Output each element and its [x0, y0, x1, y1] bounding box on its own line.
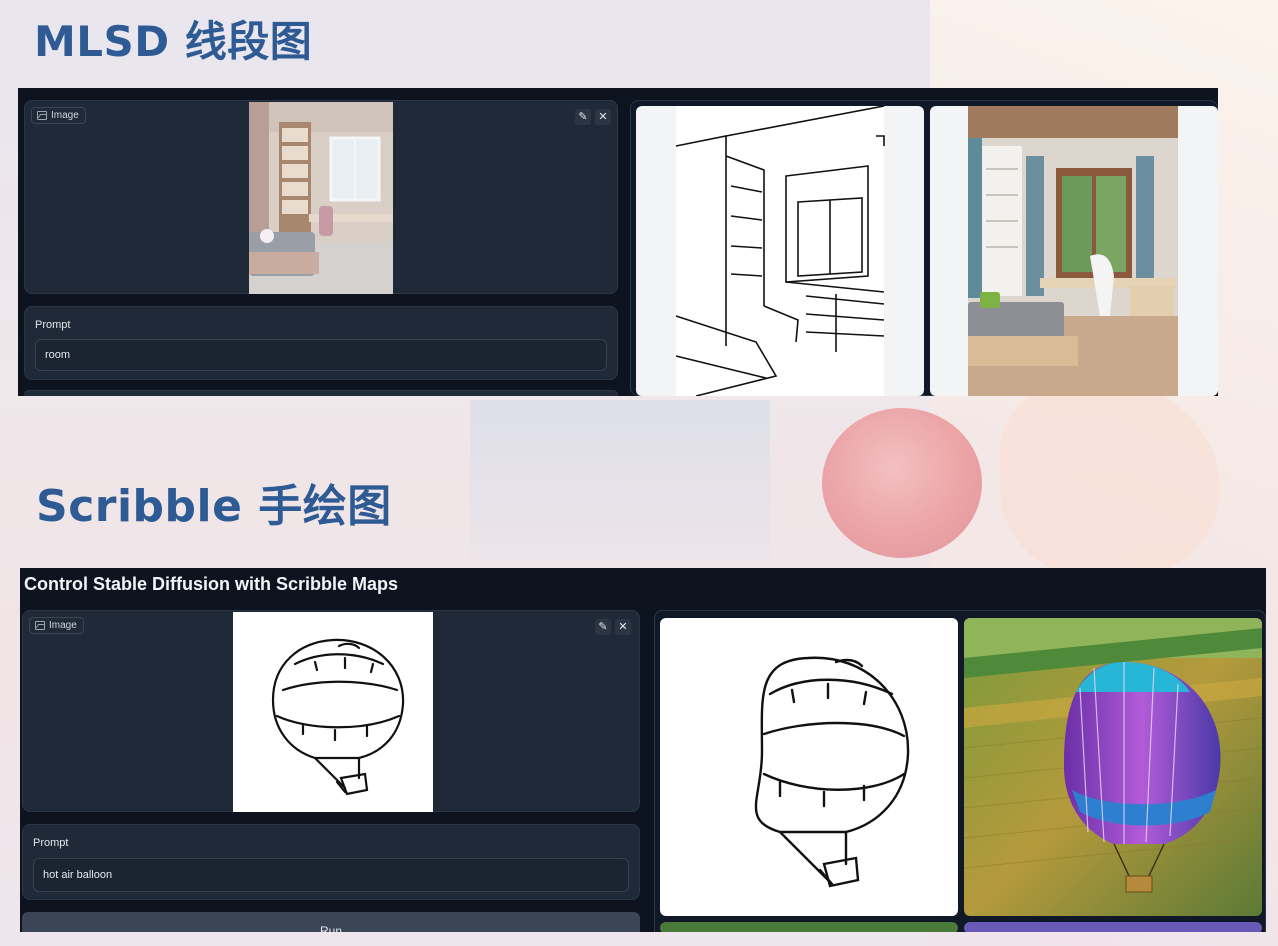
prompt-input[interactable]: room [35, 339, 607, 371]
generated-room-photo [968, 106, 1178, 396]
prompt-panel: Prompt hot air balloon [22, 824, 640, 900]
generated-balloon-output[interactable] [964, 618, 1262, 916]
pencil-icon[interactable]: ✎ [595, 619, 611, 635]
scribble-app-window: Control Stable Diffusion with Scribble M… [20, 568, 1266, 932]
prompt-label: Prompt [35, 319, 71, 331]
scribble-map-output[interactable] [660, 618, 958, 916]
next-panel-edge [24, 390, 618, 396]
close-icon[interactable]: ✕ [615, 619, 631, 635]
line-map-drawing [675, 106, 885, 396]
image-icon [37, 111, 47, 120]
prompt-panel: Prompt room [24, 306, 618, 380]
pencil-icon[interactable]: ✎ [575, 109, 591, 125]
input-image-panel[interactable]: Image ✎ ✕ [24, 100, 618, 294]
mlsd-app-window: Image ✎ ✕ Prompt room [18, 88, 1218, 396]
room-photo [249, 102, 393, 294]
output-tile-partial[interactable] [660, 922, 958, 932]
generated-balloon-image [964, 618, 1262, 916]
prompt-label: Prompt [33, 837, 69, 849]
image-label: Image [29, 617, 84, 634]
background-bubble [822, 408, 982, 558]
input-image-panel[interactable]: Image ✎ ✕ [22, 610, 640, 812]
mlsd-generated-room[interactable] [930, 106, 1218, 396]
image-label: Image [31, 107, 86, 124]
prompt-input[interactable]: hot air balloon [33, 858, 629, 892]
background-window [470, 400, 770, 560]
close-icon[interactable]: ✕ [595, 109, 611, 125]
scribble-map-drawing [754, 656, 910, 888]
mlsd-line-map[interactable] [636, 106, 924, 396]
run-button[interactable]: Run [22, 912, 640, 932]
app-header-title: Control Stable Diffusion with Scribble M… [24, 574, 399, 594]
background-character-ribbon [1000, 380, 1220, 580]
scribble-input-drawing [233, 612, 433, 812]
image-icon [35, 621, 45, 630]
output-tile-partial[interactable] [964, 922, 1262, 932]
section-title-scribble: Scribble 手绘图 [36, 481, 392, 532]
section-title-mlsd: MLSD 线段图 [34, 17, 313, 66]
